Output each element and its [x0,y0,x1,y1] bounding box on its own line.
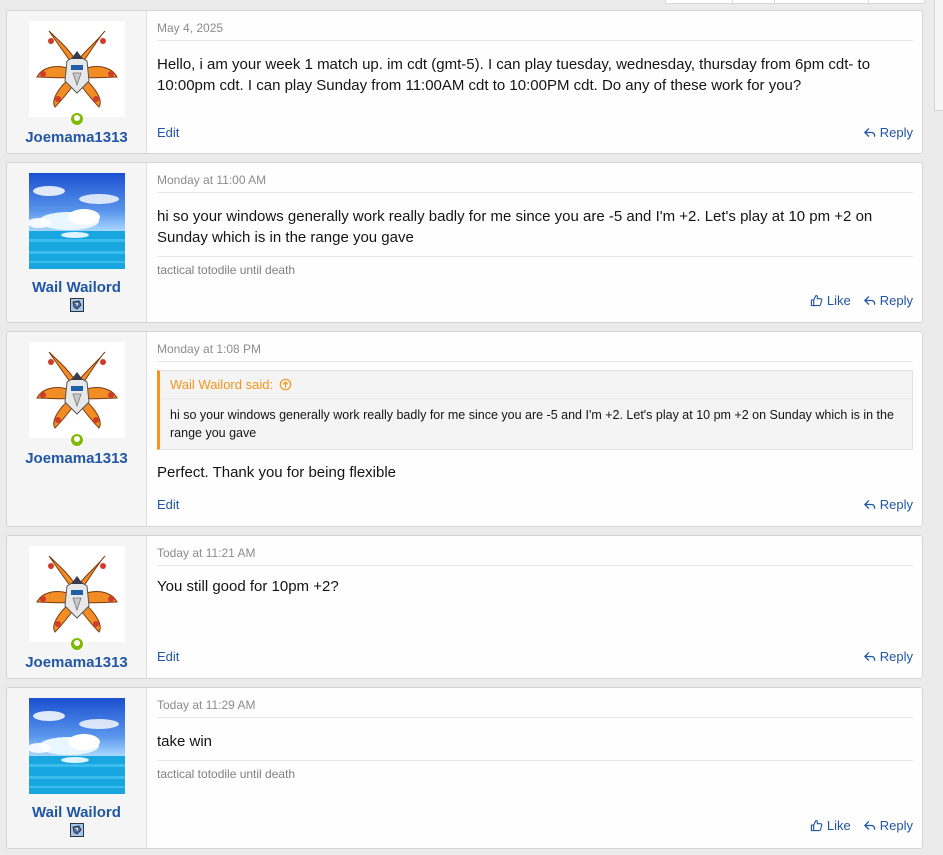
post-user-cell: Joemama1313 [7,332,147,526]
post-user-cell: Joemama1313 [7,536,147,678]
like-icon [810,294,823,307]
post-date-link[interactable]: Monday at 1:08 PM [157,342,913,362]
trophy-badge-icon[interactable] [70,823,84,837]
top-pagination-strip [665,0,925,4]
user-avatar[interactable] [28,546,125,642]
post-date-link[interactable]: Today at 11:29 AM [157,698,913,718]
like-label: Like [826,293,851,308]
post-message: Joemama1313 Monday at 1:08 PM Wail Wailo… [6,331,923,527]
reply-icon [863,294,876,307]
post-body-text: take win [157,733,213,750]
reply-label: Reply [879,818,913,833]
user-avatar[interactable] [28,21,125,117]
quote-header[interactable]: Wail Wailord said: [160,371,912,399]
post-user-cell: Joemama1313 [7,11,147,153]
online-status-icon [69,112,84,126]
post-date-link[interactable]: Monday at 11:00 AM [157,173,913,193]
user-avatar[interactable] [28,698,125,794]
like-button[interactable]: Like [810,818,851,833]
post-user-cell: Wail Wailord [7,688,147,848]
user-signature: tactical totodile until death [157,760,913,781]
reply-button[interactable]: Reply [863,649,913,664]
quote-jump-icon[interactable] [279,378,292,391]
online-status-icon [69,637,84,651]
reply-label: Reply [879,497,913,512]
quote-author: Wail Wailord said: [170,377,274,392]
reply-label: Reply [879,649,913,664]
quote-body-text: hi so your windows generally work really… [170,408,894,440]
reply-icon [863,498,876,511]
like-button[interactable]: Like [810,293,851,308]
reply-icon [863,126,876,139]
reply-button[interactable]: Reply [863,818,913,833]
post-body-text: You still good for 10pm +2? [157,578,339,595]
reply-button[interactable]: Reply [863,497,913,512]
username-link[interactable]: Joemama1313 [25,450,128,467]
reply-label: Reply [879,293,913,308]
username-link[interactable]: Joemama1313 [25,654,128,671]
post-date-link[interactable]: Today at 11:21 AM [157,546,913,566]
user-avatar[interactable] [28,173,125,269]
username-link[interactable]: Wail Wailord [32,279,121,296]
user-signature: tactical totodile until death [157,256,913,277]
post-date-link[interactable]: May 4, 2025 [157,21,913,41]
like-label: Like [826,818,851,833]
username-link[interactable]: Wail Wailord [32,804,121,821]
reply-label: Reply [879,125,913,140]
like-icon [810,819,823,832]
post-body-text: Perfect. Thank you for being flexible [157,464,397,481]
post-message: Joemama1313 May 4, 2025 Hello, i am your… [6,10,923,154]
post-message: Wail Wailord Today at 11:29 AM take win … [6,687,923,849]
post-body-text: Hello, i am your week 1 match up. im cdt… [157,56,871,94]
user-avatar[interactable] [28,342,125,438]
reply-button[interactable]: Reply [863,125,913,140]
edit-link[interactable]: Edit [157,649,179,664]
trophy-badge-icon[interactable] [70,298,84,312]
reply-icon [863,650,876,663]
edit-link[interactable]: Edit [157,497,179,512]
post-user-cell: Wail Wailord [7,163,147,322]
post-message: Joemama1313 Today at 11:21 AM You still … [6,535,923,679]
username-link[interactable]: Joemama1313 [25,129,128,146]
reply-button[interactable]: Reply [863,293,913,308]
side-panel-edge [934,0,943,111]
edit-link[interactable]: Edit [157,125,179,140]
reply-icon [863,819,876,832]
online-status-icon [69,433,84,447]
post-message: Wail Wailord Monday at 11:00 AM hi so yo… [6,162,923,323]
post-body-text: hi so your windows generally work really… [157,208,873,246]
quoted-message: Wail Wailord said: hi so your windows ge… [157,370,913,450]
